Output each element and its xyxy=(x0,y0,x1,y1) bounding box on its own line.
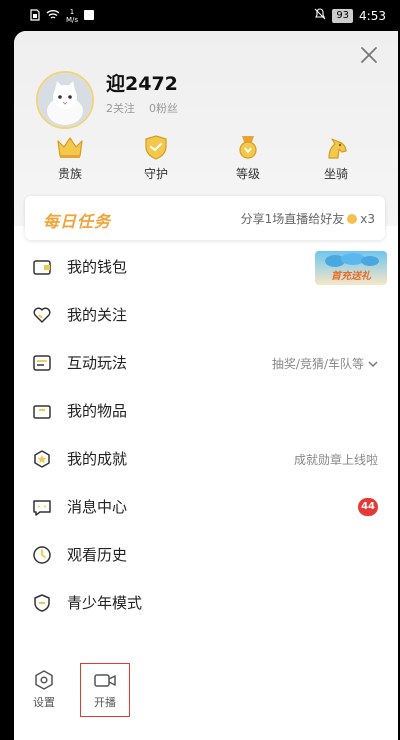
menu-list: 我的钱包 首充送礼 我的关注 互动玩法 抽奖/竞猜/车队等 我的物品 我的成就 … xyxy=(14,243,398,627)
start-broadcast-button[interactable]: 开播 xyxy=(80,669,130,710)
menu-item-interactive[interactable]: 互动玩法 抽奖/竞猜/车队等 xyxy=(14,339,398,387)
message-icon xyxy=(33,500,51,516)
daily-task-card[interactable]: 每日任务 分享1场直播给好友 x3 xyxy=(25,196,385,240)
menu-item-achievement[interactable]: 我的成就 成就勋章上线啦 xyxy=(14,435,398,483)
mute-bell-icon xyxy=(314,8,326,23)
youth-shield-icon xyxy=(34,594,50,612)
avatar[interactable] xyxy=(36,71,94,129)
badge-mount[interactable]: 坐骑 xyxy=(301,134,371,182)
username[interactable]: 迎2472 xyxy=(106,69,178,96)
level-icon xyxy=(239,136,257,159)
badge-noble[interactable]: 贵族 xyxy=(35,134,105,182)
menu-item-following[interactable]: 我的关注 xyxy=(14,291,398,339)
follow-stats: 2关注 0粉丝 xyxy=(106,100,178,116)
network-speed: 1 M/s xyxy=(66,8,79,24)
badge-guard[interactable]: 守护 xyxy=(121,134,191,182)
close-icon xyxy=(361,47,377,63)
notification-icon xyxy=(84,9,95,23)
sim-card-icon xyxy=(30,8,40,24)
unread-badge: 44 xyxy=(358,498,378,516)
menu-item-youth-mode[interactable]: 青少年模式 xyxy=(14,579,398,627)
daily-task-desc: 分享1场直播给好友 x3 xyxy=(240,211,375,227)
menu-item-messages[interactable]: 消息中心 44 xyxy=(14,483,398,531)
bottom-toolbar: 设置 开播 xyxy=(14,661,398,721)
wallet-icon xyxy=(33,260,51,275)
clock-icon xyxy=(33,546,51,564)
cat-avatar-icon xyxy=(38,73,92,127)
daily-task-title: 每日任务 xyxy=(43,212,112,231)
coin-icon xyxy=(347,213,358,224)
settings-hexagon-icon xyxy=(35,670,53,690)
menu-item-items[interactable]: 我的物品 xyxy=(14,387,398,435)
horse-icon xyxy=(328,138,347,159)
video-camera-icon xyxy=(94,674,116,687)
achievement-hint: 成就勋章上线啦 xyxy=(293,453,378,467)
status-bar: 1 M/s 93 4:53 xyxy=(0,0,400,30)
clock-time: 4:53 xyxy=(359,8,386,23)
wifi-icon xyxy=(46,9,60,23)
badge-level[interactable]: 等级 xyxy=(213,134,283,182)
menu-item-wallet[interactable]: 我的钱包 首充送礼 xyxy=(14,243,398,291)
shield-icon xyxy=(145,135,167,160)
fans-count[interactable]: 0粉丝 xyxy=(149,100,178,116)
interactive-hint: 抽奖/竞猜/车队等 xyxy=(272,355,378,372)
first-recharge-promo[interactable]: 首充送礼 xyxy=(315,251,387,285)
following-count[interactable]: 2关注 xyxy=(106,100,135,116)
battery-indicator: 93 xyxy=(332,8,354,23)
achievement-icon xyxy=(34,450,50,468)
user-drawer: 迎2472 2关注 0粉丝 贵族 守护 等级 坐骑 每日任务 分享1场直播给好友… xyxy=(14,31,398,740)
interact-icon xyxy=(33,355,51,371)
crown-icon xyxy=(57,137,83,158)
privilege-badges: 贵族 守护 等级 坐骑 xyxy=(14,134,398,194)
close-button[interactable] xyxy=(358,44,380,66)
settings-button[interactable]: 设置 xyxy=(19,669,69,710)
chevron-down-icon xyxy=(368,360,378,367)
box-icon xyxy=(33,405,51,419)
heart-icon xyxy=(33,307,51,323)
menu-item-history[interactable]: 观看历史 xyxy=(14,531,398,579)
